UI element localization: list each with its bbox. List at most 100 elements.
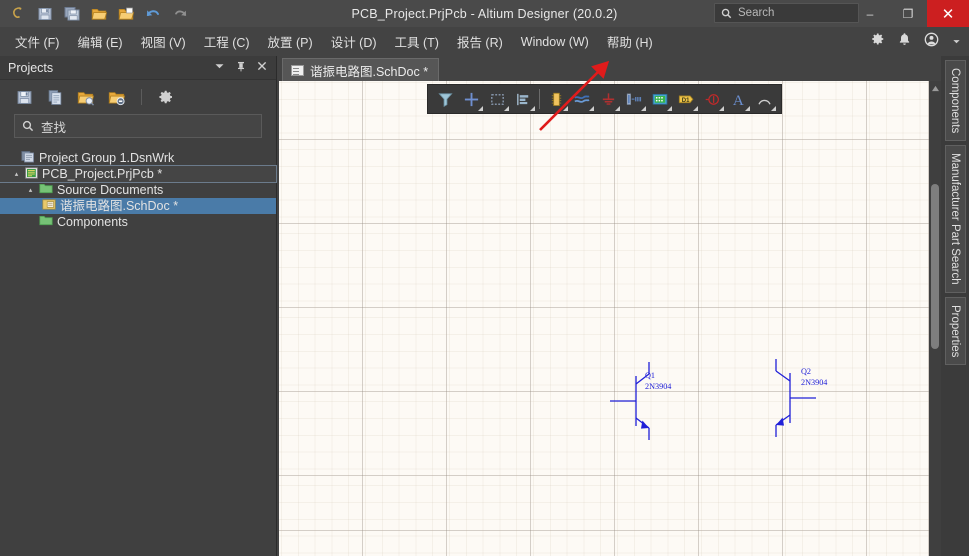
place-arc-icon[interactable] bbox=[751, 86, 777, 112]
close-icon[interactable] bbox=[257, 61, 267, 74]
editor-area: 谐振电路图.SchDoc * D1 A Q1 2N3904 Q2 2N3904 bbox=[277, 56, 941, 556]
open-folder-icon[interactable] bbox=[87, 3, 111, 25]
find-input[interactable]: 查找 bbox=[14, 114, 262, 138]
tree-item-source-documents[interactable]: ▴ Source Documents bbox=[0, 182, 276, 198]
document-tab-strip: 谐振电路图.SchDoc * bbox=[277, 56, 941, 81]
place-net-label-icon[interactable]: D1 bbox=[673, 86, 699, 112]
search-text: Search bbox=[738, 7, 775, 19]
menu-window[interactable]: Window (W) bbox=[512, 31, 598, 53]
tree-item-pcb-project[interactable]: ▴ PCB_Project.PrjPcb * bbox=[0, 165, 277, 183]
place-component-icon[interactable] bbox=[543, 86, 569, 112]
place-gnd-power-port-icon[interactable] bbox=[595, 86, 621, 112]
selection-box-icon[interactable] bbox=[484, 86, 510, 112]
menu-file[interactable]: 文件 (F) bbox=[6, 28, 68, 55]
search-input[interactable]: Search bbox=[714, 3, 859, 23]
gear-icon[interactable] bbox=[156, 87, 176, 107]
altium-designer-window: PCB_Project.PrjPcb - Altium Designer (20… bbox=[0, 0, 969, 556]
title-bar: PCB_Project.PrjPcb - Altium Designer (20… bbox=[0, 0, 969, 27]
save-all-icon[interactable] bbox=[60, 3, 84, 25]
tree-item-components[interactable]: Components bbox=[0, 214, 276, 230]
tree-item-project-group[interactable]: Project Group 1.DsnWrk bbox=[0, 150, 276, 166]
search-icon bbox=[22, 120, 34, 132]
folder-icon bbox=[39, 183, 53, 197]
projects-panel-header: Projects bbox=[0, 56, 276, 80]
menu-tools[interactable]: 工具 (T) bbox=[386, 28, 448, 55]
menu-design[interactable]: 设计 (D) bbox=[322, 28, 386, 55]
component-Q2-designator: Q2 bbox=[801, 367, 811, 376]
tree-item-label: Components bbox=[57, 214, 128, 229]
menu-bar-right-icons bbox=[871, 27, 961, 56]
maximize-button[interactable]: ❐ bbox=[889, 0, 927, 27]
place-wire-icon[interactable] bbox=[569, 86, 595, 112]
projects-panel-title: Projects bbox=[8, 60, 54, 75]
crosshair-place-icon[interactable] bbox=[458, 86, 484, 112]
window-controls: – ❐ ✕ bbox=[851, 0, 969, 27]
component-Q1-designator: Q1 bbox=[645, 371, 655, 380]
bell-icon[interactable] bbox=[898, 32, 911, 51]
menu-view[interactable]: 视图 (V) bbox=[132, 28, 195, 55]
projects-panel: Projects 查找 Project Group 1.DsnWrk ▴ PCB… bbox=[0, 56, 277, 556]
rail-tab-components[interactable]: Components bbox=[944, 60, 966, 142]
schematic-drawing: Q1 2N3904 Q2 2N3904 bbox=[610, 359, 827, 440]
close-project-folder-icon[interactable] bbox=[107, 87, 127, 107]
save-icon[interactable] bbox=[33, 3, 57, 25]
minimize-button[interactable]: – bbox=[851, 0, 889, 27]
menu-place[interactable]: 放置 (P) bbox=[259, 28, 322, 55]
quick-access-toolbar bbox=[0, 3, 192, 25]
place-text-string-icon[interactable]: A bbox=[725, 86, 751, 112]
tree-item-label: Source Documents bbox=[57, 182, 164, 197]
place-no-erc-icon[interactable] bbox=[699, 86, 725, 112]
chevron-down-icon[interactable] bbox=[952, 33, 961, 51]
documents-icon[interactable] bbox=[45, 87, 65, 107]
altium-logo-icon[interactable] bbox=[6, 3, 30, 25]
chevron-down-icon[interactable] bbox=[214, 62, 225, 73]
tab-schematic-document[interactable]: 谐振电路图.SchDoc * bbox=[282, 58, 440, 81]
menu-reports[interactable]: 报告 (R) bbox=[448, 28, 512, 55]
project-tree: Project Group 1.DsnWrk ▴ PCB_Project.Prj… bbox=[0, 150, 277, 230]
find-text: 查找 bbox=[41, 120, 67, 135]
rail-tab-manufacturer-part-search[interactable]: Manufacturer Part Search bbox=[944, 145, 966, 293]
projects-panel-toolbar bbox=[0, 80, 276, 114]
toolbar-divider bbox=[539, 89, 540, 109]
scroll-up-arrow-icon[interactable] bbox=[929, 81, 941, 95]
menu-bar: 文件 (F) 编辑 (E) 视图 (V) 工程 (C) 放置 (P) 设计 (D… bbox=[0, 27, 969, 56]
tree-item-label: 谐振电路图.SchDoc * bbox=[60, 198, 179, 213]
redo-icon[interactable] bbox=[168, 3, 192, 25]
right-panel-rail: Components Manufacturer Part Search Prop… bbox=[941, 56, 969, 556]
gear-icon[interactable] bbox=[871, 32, 885, 51]
menu-help[interactable]: 帮助 (H) bbox=[598, 28, 662, 55]
open-project-icon[interactable] bbox=[114, 3, 138, 25]
tab-label: 谐振电路图.SchDoc * bbox=[310, 64, 429, 79]
canvas-vertical-scrollbar[interactable] bbox=[929, 81, 941, 556]
filter-icon[interactable] bbox=[432, 86, 458, 112]
workspace-icon bbox=[21, 150, 35, 166]
svg-text:D1: D1 bbox=[681, 97, 689, 103]
schematic-canvas[interactable]: D1 A Q1 2N3904 Q2 2N3904 bbox=[279, 81, 929, 556]
place-port-icon[interactable] bbox=[621, 86, 647, 112]
rail-tab-properties[interactable]: Properties bbox=[944, 296, 966, 366]
menu-edit[interactable]: 编辑 (E) bbox=[68, 28, 131, 55]
tree-expander[interactable]: ▴ bbox=[12, 171, 21, 178]
find-field-wrapper: 查找 bbox=[0, 114, 276, 138]
account-icon[interactable] bbox=[924, 32, 939, 52]
component-Q1 bbox=[610, 362, 650, 440]
pcb-project-icon bbox=[25, 166, 38, 182]
place-sheet-symbol-icon[interactable] bbox=[647, 86, 673, 112]
component-Q1-comment: 2N3904 bbox=[645, 382, 671, 391]
pin-icon[interactable] bbox=[236, 61, 246, 75]
component-Q2-comment: 2N3904 bbox=[801, 378, 827, 387]
undo-icon[interactable] bbox=[141, 3, 165, 25]
close-button[interactable]: ✕ bbox=[927, 0, 969, 27]
menu-project[interactable]: 工程 (C) bbox=[195, 28, 259, 55]
save-icon[interactable] bbox=[14, 87, 34, 107]
folder-icon bbox=[39, 215, 53, 229]
align-icon[interactable] bbox=[510, 86, 536, 112]
open-project-folder-icon[interactable] bbox=[76, 87, 96, 107]
schematic-active-bar: D1 A bbox=[427, 84, 782, 114]
tree-expander[interactable]: ▴ bbox=[26, 187, 35, 194]
scrollbar-thumb[interactable] bbox=[931, 184, 939, 349]
schematic-doc-icon bbox=[42, 199, 56, 213]
tree-item-schematic-doc[interactable]: 谐振电路图.SchDoc * bbox=[0, 198, 276, 214]
tree-item-label: PCB_Project.PrjPcb * bbox=[42, 166, 163, 181]
svg-text:A: A bbox=[732, 93, 743, 108]
